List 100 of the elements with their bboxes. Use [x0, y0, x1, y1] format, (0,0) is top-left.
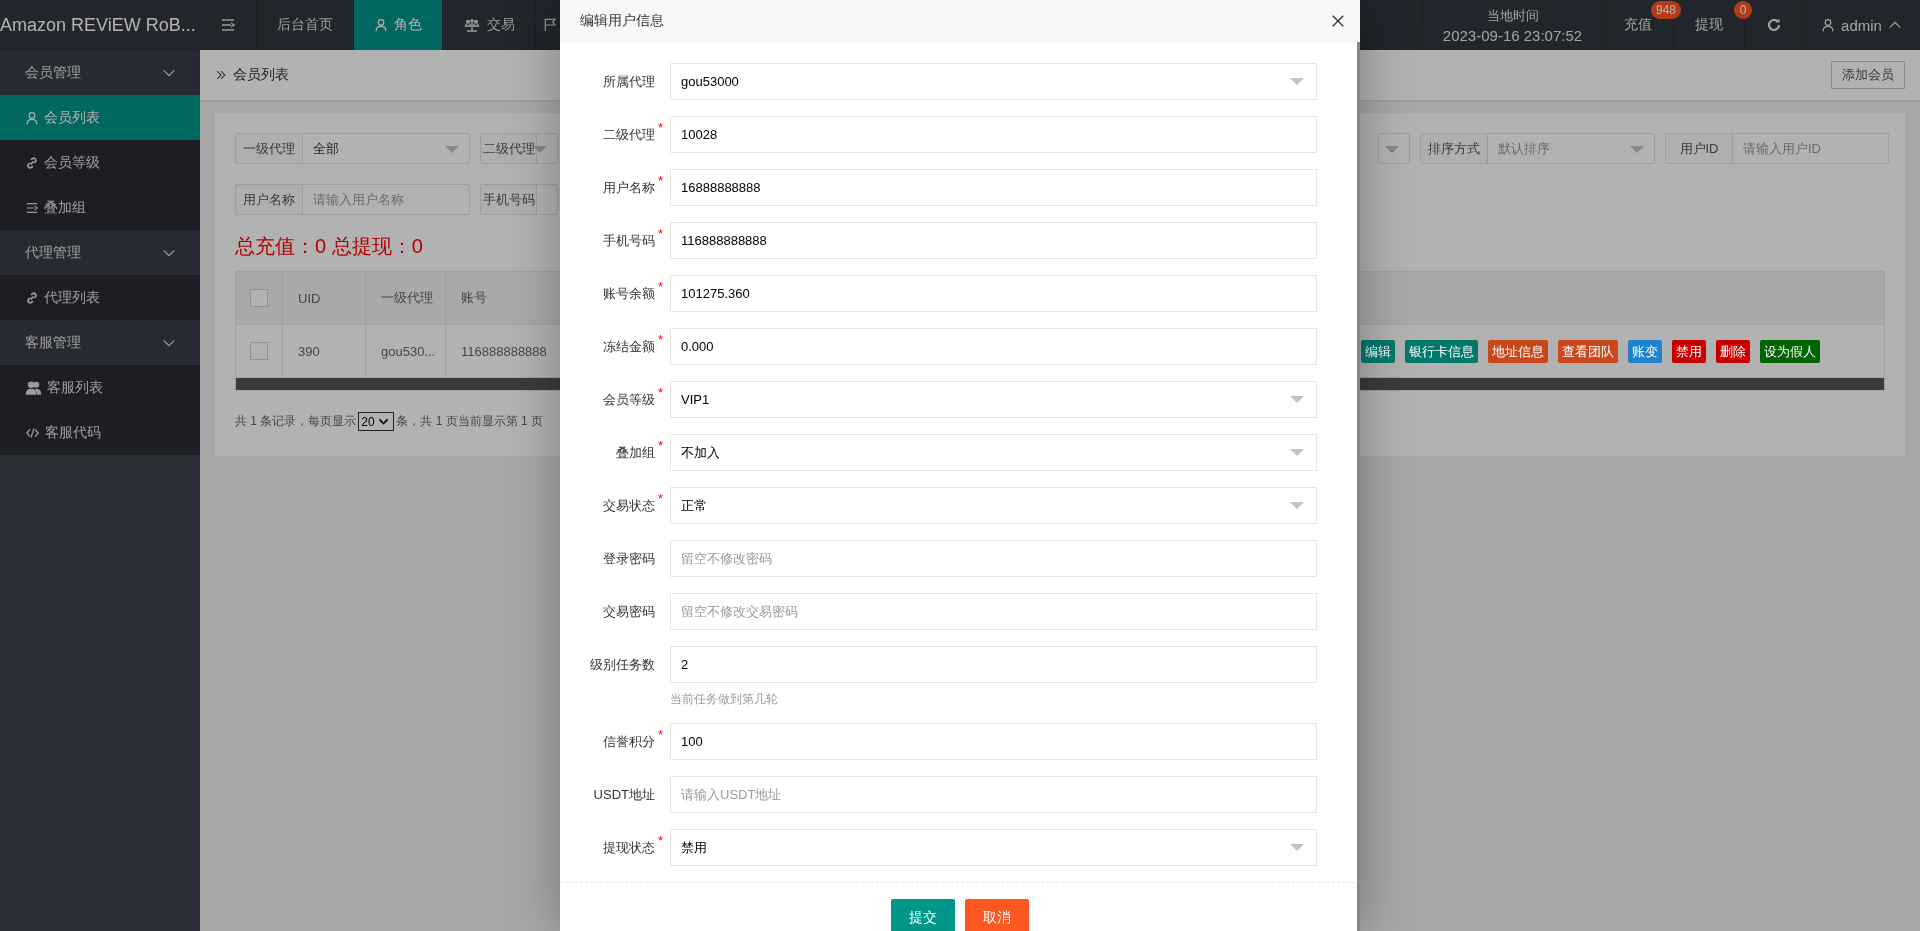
filter-select[interactable]: 排序方式 默认排序 [1420, 133, 1655, 164]
local-time: 2023-09-16 23:07:52 [1442, 26, 1583, 44]
sidebar-group[interactable]: 会员管理 [0, 50, 200, 95]
sidebar-item[interactable]: 会员列表 [0, 95, 200, 140]
field-hint: 当前任务做到第几轮 [670, 691, 779, 707]
count-badge: 0 [1734, 1, 1752, 19]
field-label: 冻结金额 [602, 338, 655, 356]
input-field[interactable]: 116888888888 [670, 222, 1317, 259]
required-mark: * [658, 279, 664, 294]
column-header: 账号 [460, 289, 488, 307]
breadcrumb[interactable]: 会员列表 [233, 66, 289, 84]
required-mark: * [658, 385, 664, 400]
filter-field[interactable]: 用户名称 请输入用户名称 [235, 184, 470, 215]
page-size-select[interactable]: 20 [358, 412, 395, 431]
select-field[interactable]: 不加入 [670, 434, 1317, 471]
action-button[interactable]: 编辑 [1361, 339, 1395, 363]
input-field[interactable]: 10028 [670, 116, 1317, 153]
input-field[interactable]: 16888888888 [670, 169, 1317, 206]
required-mark: * [658, 833, 664, 848]
field-label: 账号余额 [602, 285, 655, 303]
dropdown-arrow-icon [533, 146, 547, 154]
column-header: UID [283, 272, 366, 324]
sidebar-item[interactable]: 会员等级 [0, 140, 200, 185]
user-icon [1821, 18, 1836, 32]
required-mark: * [658, 332, 664, 347]
pagination-text: 共 1 条记录，每页显示 [235, 413, 357, 430]
list-icon [25, 200, 39, 215]
field-label: 叠加组 [615, 444, 655, 462]
select-field[interactable]: gou53000 [670, 63, 1317, 100]
cancel-button[interactable]: 取消 [965, 899, 1029, 931]
dropdown-arrow-icon [1290, 502, 1304, 510]
sidebar-item[interactable]: 代理列表 [0, 275, 200, 320]
filter-select[interactable]: 一级代理 全部 [235, 133, 470, 164]
dialog-title: 编辑用户信息 [580, 11, 664, 30]
action-button[interactable]: 银行卡信息 [1405, 339, 1478, 363]
sidebar-item[interactable]: 叠加组 [0, 185, 200, 230]
checkbox[interactable] [250, 342, 268, 360]
sidebar-item[interactable]: 客服代码 [0, 410, 200, 455]
action-button[interactable]: 删除 [1716, 339, 1750, 363]
flag-icon [544, 17, 558, 33]
scrollbar[interactable] [1357, 42, 1360, 931]
filter-field[interactable]: 用户ID 请输入用户ID [1665, 133, 1889, 164]
checkbox[interactable] [250, 289, 268, 307]
column-header: 一级代理 [366, 272, 446, 324]
action-button[interactable]: 地址信息 [1488, 339, 1548, 363]
field-label: 手机号码 [602, 232, 655, 250]
time-label: 当地时间 [1486, 6, 1539, 25]
submit-button[interactable]: 提交 [891, 899, 955, 931]
field-label: 提现状态 [602, 839, 655, 857]
dropdown-arrow-icon [1290, 396, 1304, 404]
select-field[interactable]: VIP1 [670, 381, 1317, 418]
app-title: Amazon REViEW RoB... [0, 14, 197, 37]
field-label: 二级代理 [602, 126, 655, 144]
field-label: 信誉积分 [602, 733, 655, 751]
dropdown-arrow-icon [1290, 844, 1304, 852]
required-mark: * [658, 173, 664, 188]
link-icon [25, 155, 39, 170]
required-mark: * [658, 491, 664, 506]
action-button[interactable]: 账变 [1628, 339, 1662, 363]
input-field[interactable]: 2 [670, 646, 1317, 683]
action-button[interactable]: 设为假人 [1760, 339, 1820, 363]
filter-select[interactable]: 二级代理 [480, 133, 558, 164]
input-field[interactable]: 101275.360 [670, 275, 1317, 312]
close-icon [1331, 13, 1345, 28]
input-field[interactable]: 0.000 [670, 328, 1317, 365]
add-member-button[interactable]: 添加会员 [1831, 61, 1905, 89]
sidebar-group[interactable]: 客服管理 [0, 320, 200, 365]
chevron-down-icon [377, 416, 389, 427]
header-link[interactable]: 充值 [1624, 16, 1652, 34]
select-field[interactable]: 禁用 [670, 829, 1317, 866]
totals-text: 总充值：0 总提现：0 [235, 234, 423, 259]
filter-field[interactable]: 手机号码 [480, 184, 558, 215]
field-label: 级别任务数 [589, 656, 655, 674]
field-label: 用户名称 [602, 179, 655, 197]
nav-tab[interactable]: 角色 [354, 0, 443, 50]
required-mark: * [658, 727, 664, 742]
filter-select[interactable] [1378, 133, 1410, 164]
select-field[interactable]: 正常 [670, 487, 1317, 524]
action-button[interactable]: 查看团队 [1558, 339, 1618, 363]
field-label: 登录密码 [602, 550, 655, 568]
dropdown-arrow-icon [1290, 449, 1304, 457]
required-mark: * [658, 438, 664, 453]
pagination-text: 条，共 1 页当前显示第 1 页 [396, 413, 544, 430]
action-button[interactable]: 禁用 [1672, 339, 1706, 363]
dropdown-arrow-icon [1385, 146, 1399, 154]
dropdown-arrow-icon [1630, 146, 1644, 154]
table-cell: gou530... [366, 325, 446, 377]
input-field[interactable]: 100 [670, 723, 1317, 760]
user-icon [374, 18, 388, 32]
sidebar-group[interactable]: 代理管理 [0, 230, 200, 275]
count-badge: 948 [1650, 1, 1681, 19]
refresh-icon [1765, 17, 1782, 33]
users-icon [25, 380, 42, 395]
field-label: 交易状态 [602, 497, 655, 515]
sidebar-item[interactable]: 客服列表 [0, 365, 200, 410]
link-icon [25, 290, 39, 305]
required-mark: * [658, 226, 664, 241]
header-link[interactable]: 提现 [1695, 16, 1723, 34]
field-label: USDT地址 [592, 786, 655, 804]
field-label: 会员等级 [602, 391, 655, 409]
